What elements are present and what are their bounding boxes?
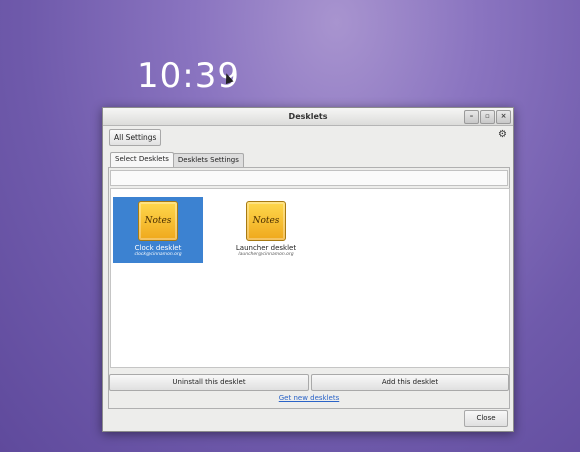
close-button[interactable]: Close bbox=[464, 410, 508, 427]
desklet-uuid: clock@cinnamon.org bbox=[134, 252, 182, 257]
notes-icon: Notes bbox=[138, 201, 178, 241]
desklet-item-launcher[interactable]: Notes Launcher desklet launcher@cinnamon… bbox=[221, 197, 311, 263]
desklet-grid: Notes Clock desklet clock@cinnamon.org N… bbox=[110, 188, 510, 368]
toolbar: All Settings ⚙ bbox=[103, 126, 513, 148]
desklets-window: Desklets – ▫ × All Settings ⚙ Select Des… bbox=[102, 107, 514, 432]
search-input[interactable] bbox=[110, 170, 508, 186]
maximize-icon[interactable]: ▫ bbox=[480, 110, 495, 124]
tab-select-desklets[interactable]: Select Desklets bbox=[110, 152, 174, 167]
desklet-item-clock[interactable]: Notes Clock desklet clock@cinnamon.org bbox=[113, 197, 203, 263]
tab-bar: Select Desklets Desklets Settings bbox=[110, 152, 244, 168]
notes-icon: Notes bbox=[246, 201, 286, 241]
close-icon[interactable]: × bbox=[496, 110, 511, 124]
add-desklet-button[interactable]: Add this desklet bbox=[311, 374, 509, 391]
uninstall-desklet-button[interactable]: Uninstall this desklet bbox=[109, 374, 309, 391]
gear-icon[interactable]: ⚙ bbox=[498, 130, 508, 140]
minimize-icon[interactable]: – bbox=[464, 110, 479, 124]
window-titlebar[interactable]: Desklets – ▫ × bbox=[103, 108, 513, 126]
desklet-name: Launcher desklet bbox=[235, 244, 297, 252]
tab-desklets-settings[interactable]: Desklets Settings bbox=[172, 153, 244, 167]
window-controls: – ▫ × bbox=[464, 110, 511, 124]
desklet-actions: Uninstall this desklet Add this desklet bbox=[109, 374, 509, 391]
all-settings-button[interactable]: All Settings bbox=[109, 129, 162, 146]
desklet-uuid: launcher@cinnamon.org bbox=[238, 252, 294, 257]
select-desklets-panel: Notes Clock desklet clock@cinnamon.org N… bbox=[108, 167, 510, 409]
window-title: Desklets bbox=[288, 112, 328, 121]
get-new-desklets-link[interactable]: Get new desklets bbox=[109, 394, 509, 402]
desklet-name: Clock desklet bbox=[134, 244, 182, 252]
